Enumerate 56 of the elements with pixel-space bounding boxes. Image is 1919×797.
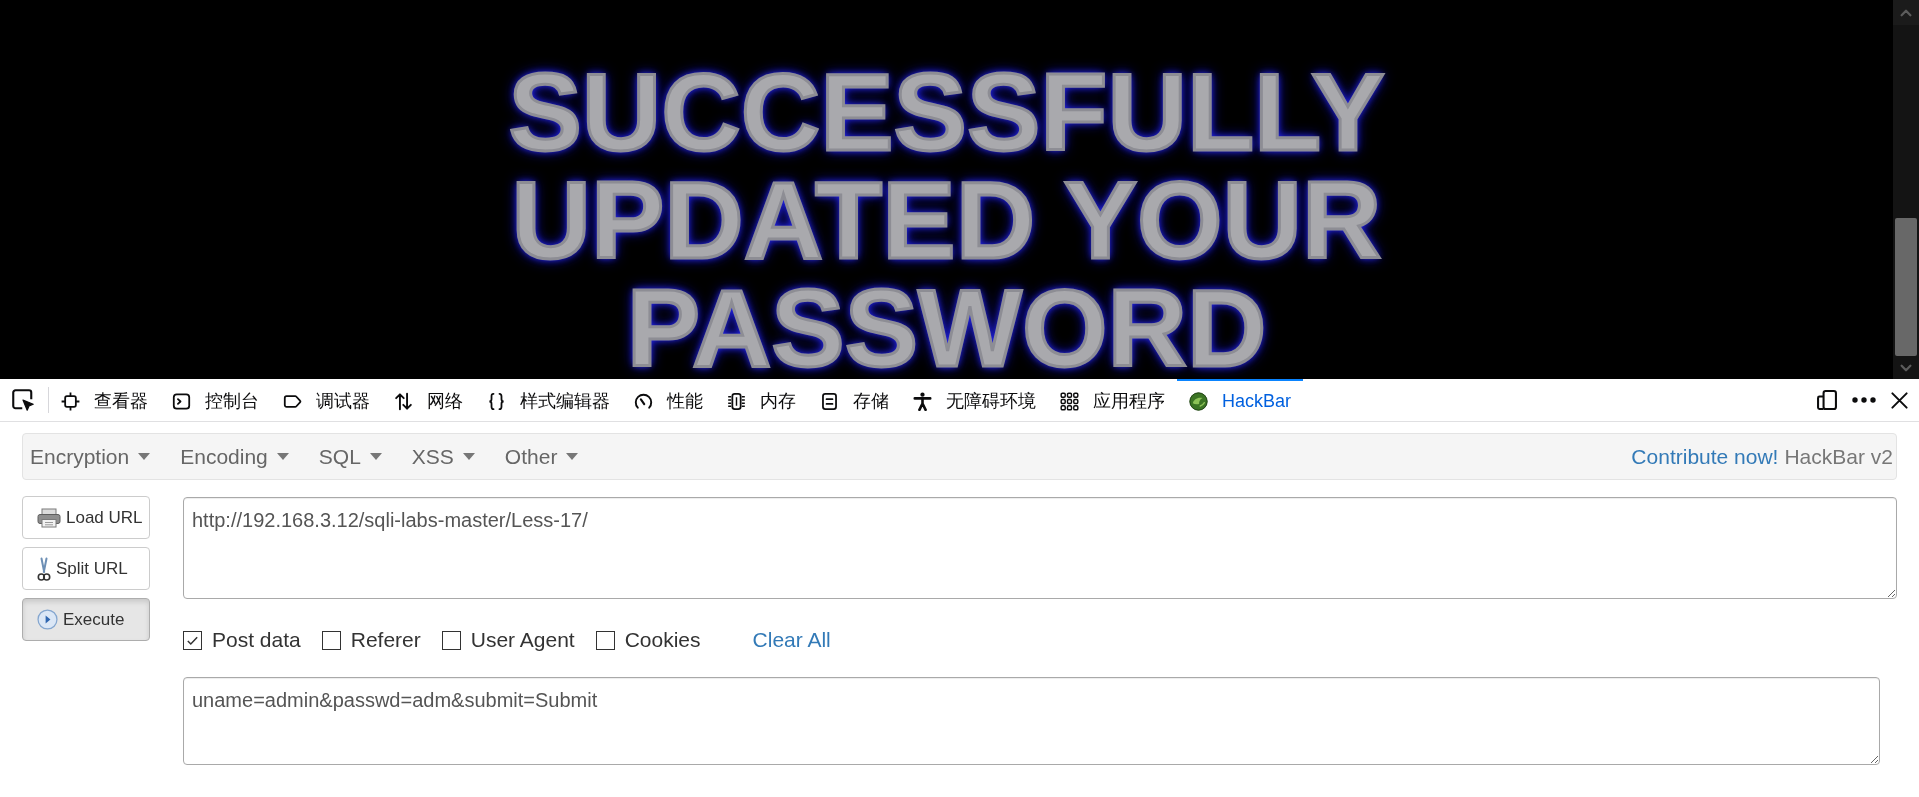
menu-button[interactable]: XSS (404, 434, 482, 479)
checkbox-label[interactable]: User Agent (470, 624, 575, 656)
checkbox-label[interactable]: Post data (212, 624, 301, 656)
contribute-link[interactable]: Contribute now! (1631, 440, 1779, 473)
menu-button[interactable]: SQL (311, 434, 389, 479)
checkbox[interactable] (441, 630, 461, 650)
checkbox[interactable] (321, 630, 341, 650)
checkbox-label[interactable]: Referer (350, 624, 421, 656)
devtools-tab[interactable]: 应用程序 (1048, 379, 1177, 421)
chip-icon (727, 391, 746, 411)
checkbox-label[interactable]: Cookies (624, 624, 701, 656)
globe-logo-icon (1189, 391, 1208, 411)
execute-button[interactable]: Execute (22, 598, 150, 641)
devtools-tab[interactable]: 控制台 (160, 379, 271, 421)
menu-button[interactable]: Encoding (173, 434, 296, 479)
grid-icon (1060, 391, 1079, 411)
url-field[interactable]: http://192.168.3.12/sqli-labs-master/Less-17/ (183, 497, 1897, 599)
menu-button[interactable]: Other (497, 434, 586, 479)
caret-icon (566, 453, 579, 460)
version-label: HackBar v2 (1784, 443, 1893, 470)
devtools-tab[interactable]: 网络 (382, 379, 475, 421)
caret-icon (138, 453, 151, 460)
devtools-tab[interactable]: 内存 (715, 379, 808, 421)
banner-heading: SUCCESSFULLY UPDATED YOUR PASSWORD (508, 58, 1385, 382)
printer-icon (37, 507, 61, 528)
cursor-box-icon[interactable] (11, 388, 35, 412)
play-circle-icon (37, 609, 58, 630)
split-url-button[interactable]: Split URL (22, 547, 150, 590)
menu-button[interactable]: Encryption (23, 434, 158, 479)
caret-icon (276, 453, 289, 460)
devtools-tab[interactable]: 无障碍环境 (901, 379, 1048, 421)
dock-side-icon[interactable] (1816, 389, 1838, 411)
braces-icon (487, 391, 506, 411)
caret-icon (369, 453, 382, 460)
gauge-icon (634, 391, 653, 411)
load-url-button[interactable]: Load URL (22, 496, 150, 539)
devtools-tab[interactable]: 查看器 (49, 379, 160, 421)
scrollbar-thumb[interactable] (1895, 218, 1917, 356)
checkbox[interactable] (183, 630, 202, 650)
scissors-icon (37, 556, 51, 581)
close-icon[interactable] (1890, 390, 1909, 410)
crosshair-square-icon (61, 391, 80, 411)
devtools-tab[interactable]: 调试器 (271, 379, 382, 421)
checkbox[interactable] (595, 630, 615, 650)
devtools-tab[interactable]: 性能 (622, 379, 715, 421)
terminal-icon (172, 391, 191, 411)
more-options-icon[interactable] (1852, 397, 1876, 403)
caret-icon (462, 453, 475, 460)
up-down-arrows-icon (394, 391, 413, 411)
post-data-field[interactable]: uname=admin&passwd=adm&submit=Submit (183, 677, 1880, 765)
clear-all-link[interactable]: Clear All (752, 624, 831, 656)
drawer-icon (820, 391, 839, 411)
person-icon (913, 391, 932, 411)
scrollbar[interactable] (1893, 0, 1919, 379)
devtools-tab[interactable]: 存储 (808, 379, 901, 421)
devtools-tab[interactable]: 样式编辑器 (475, 379, 622, 421)
